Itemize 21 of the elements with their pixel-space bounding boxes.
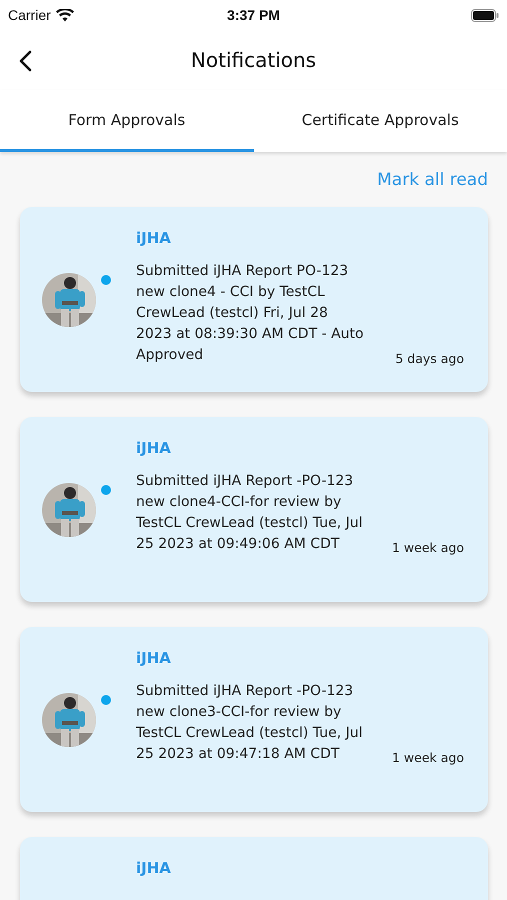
notification-message: Submitted iJHA Report PO-123 new clone4 - CCI by TestCL CrewLead (testcl) Fri, Jul 28 2023 at 08:39:30 AM CDT - Auto Approved: [136, 262, 365, 365]
notification-time: 1 week ago: [392, 540, 464, 555]
tab[interactable]: Form Approvals: [0, 90, 254, 152]
notification-message: Submitted iJHA Report -PO-123 new clone4-CCI-for review by TestCL CrewLead (testcl) Tue, Jul 25 2023 at 09:49:06 AM CDT: [136, 472, 364, 554]
notification-card[interactable]: iJHA Submitted iJHA Report -PO-123 new clone4-CCI-for review by TestCL CrewLead (testcl) Tue, Jul 25 2023 at 09:49:06 AM CDT 1 week ago: [20, 417, 488, 602]
notification-title: iJHA: [136, 649, 172, 667]
notification-card[interactable]: iJHA Submitted iJHA Report -PO-123 new clone3-CCI-for review by TestCL CrewLead (testcl) Tue, Jul 25 2023 at 09:47:18 AM CDT 1 week ago: [20, 627, 488, 812]
notification-title: iJHA: [136, 229, 172, 247]
notification-title: iJHA: [136, 439, 172, 457]
clock-time: 3:37 PM: [227, 7, 280, 23]
notification-card[interactable]: iJHA Submitted iJHA Report PO-123 new clone4 - CCI by TestCL CrewLead (testcl) Fri, Jul 28 2023 at 08:39:30 AM CDT - Auto Approved 5 days ago: [20, 207, 488, 392]
notification-time: 5 days ago: [395, 351, 464, 366]
notification-time: 1 week ago: [392, 750, 464, 765]
notification-title: iJHA: [136, 859, 172, 877]
tab[interactable]: Certificate Approvals: [254, 90, 507, 152]
page-title: Notifications: [190, 48, 316, 72]
wifi-icon: [56, 8, 74, 22]
carrier-label: Carrier: [8, 7, 51, 23]
battery-icon: [470, 8, 499, 22]
notification-message: Submitted iJHA Report -PO-123 new clone3-CCI-for review by TestCL CrewLead (testcl) Tue, Jul 25 2023 at 09:47:18 AM CDT: [136, 682, 364, 764]
back-icon: [18, 50, 32, 72]
